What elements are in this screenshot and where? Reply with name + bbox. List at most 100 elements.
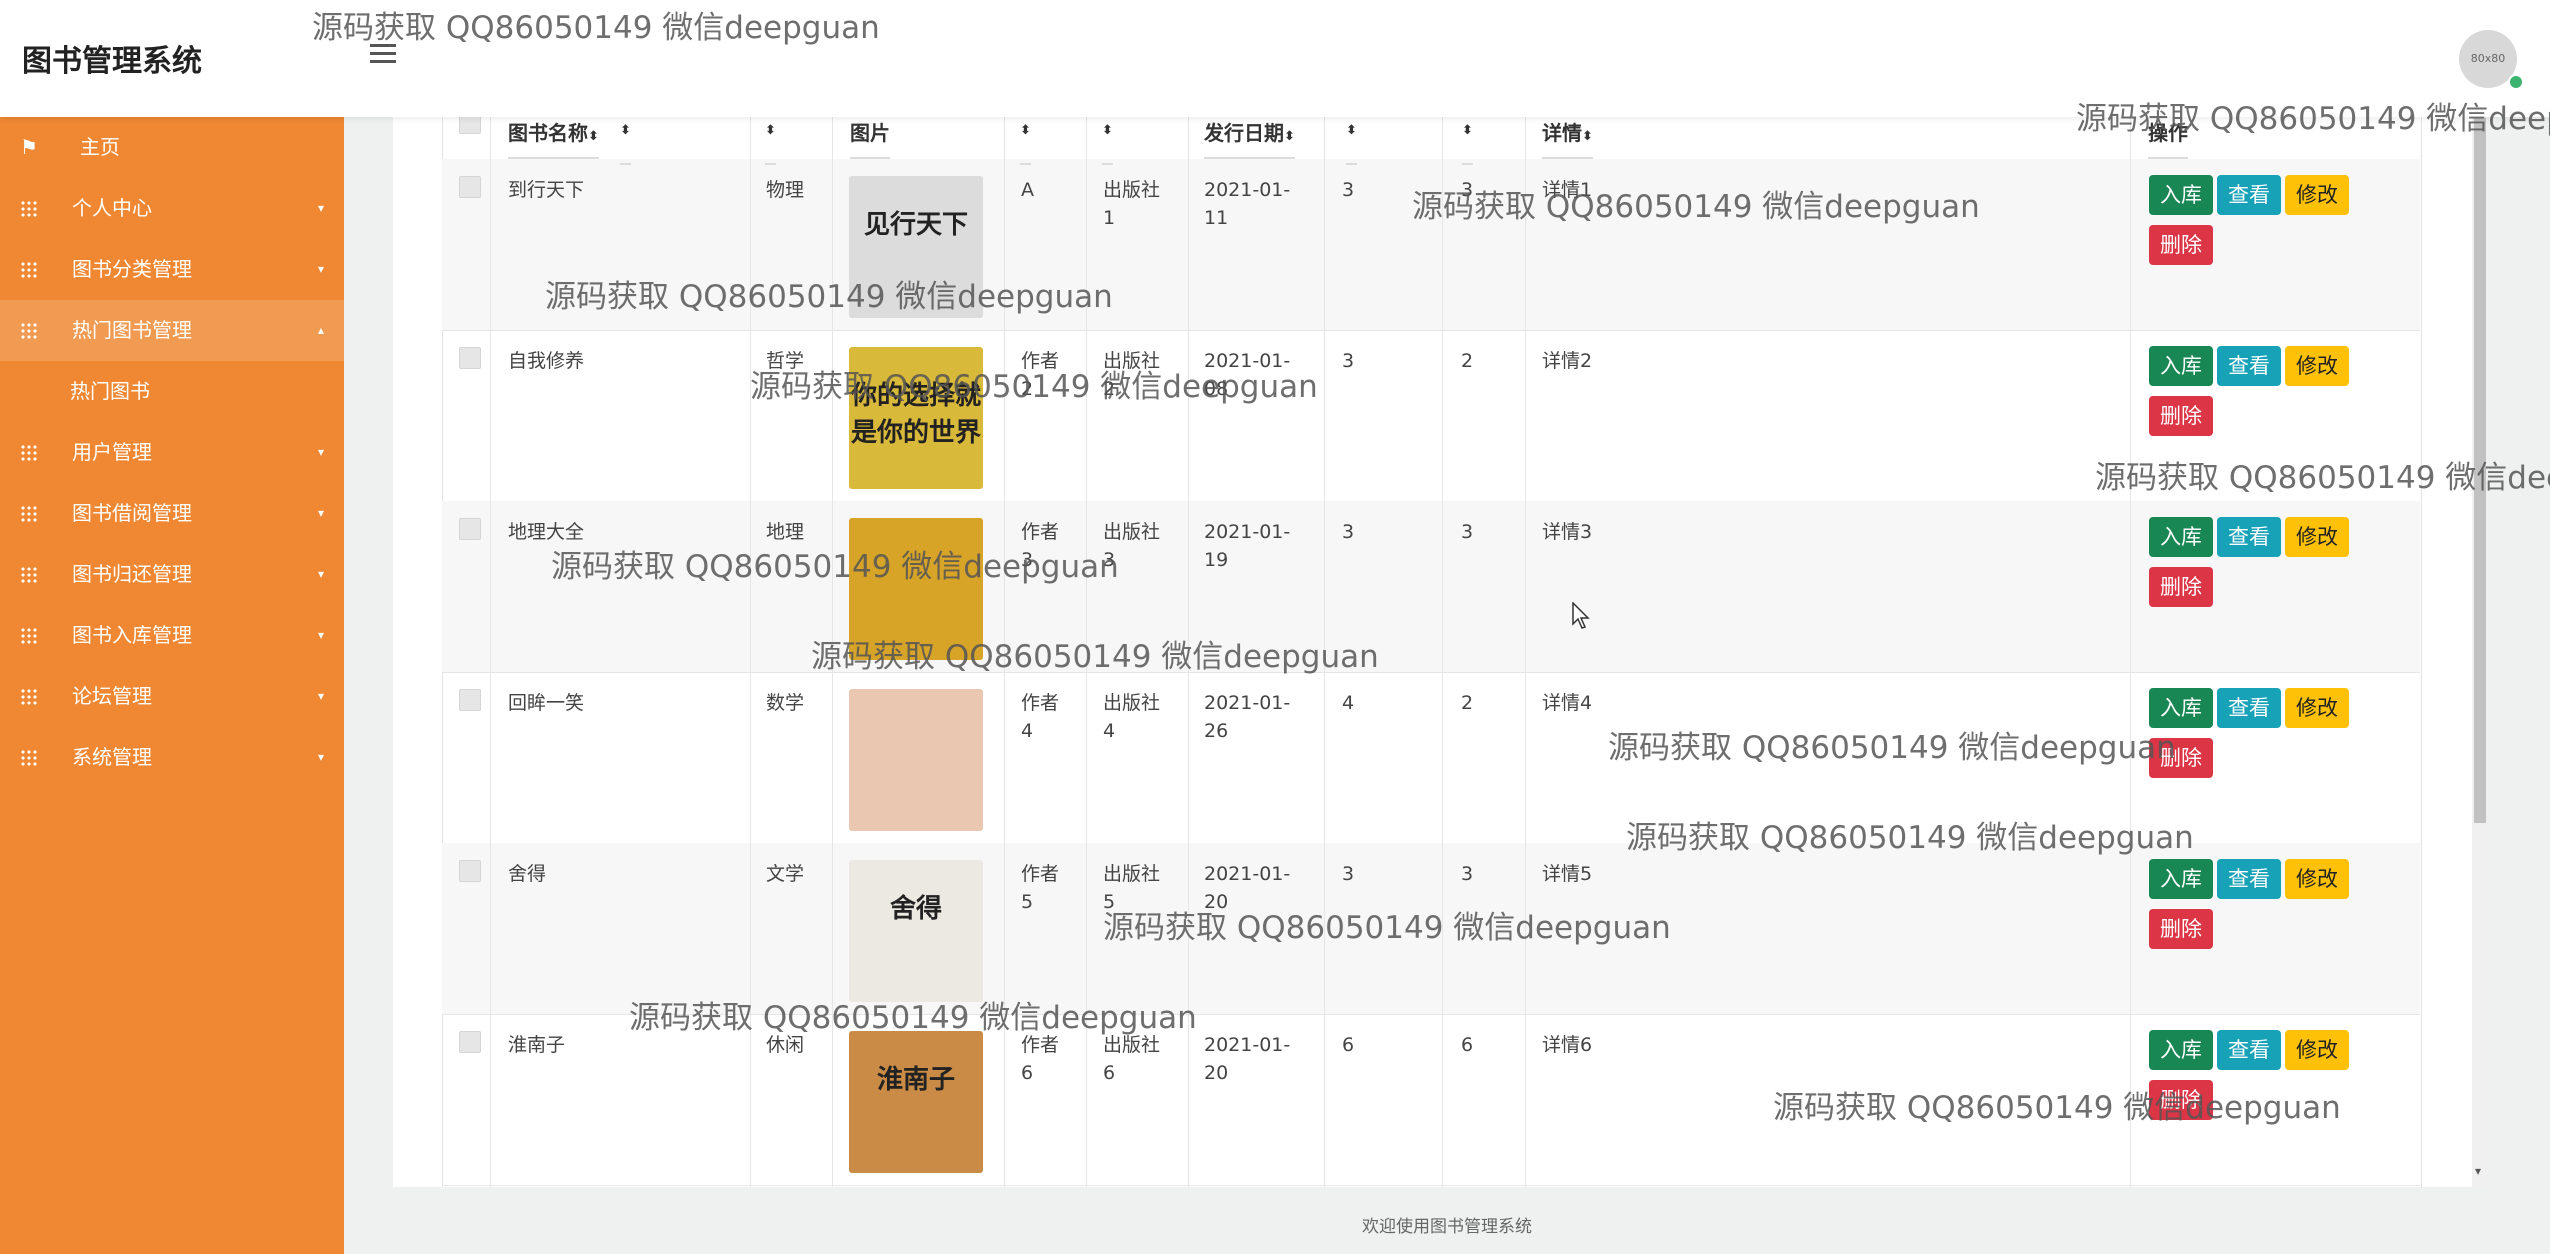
- table-row[interactable]: [442, 672, 2420, 844]
- sidebar-item-stock-in-management[interactable]: 图书入库管理 ▾: [0, 605, 344, 666]
- sort-icon[interactable]: ⬍: [588, 129, 599, 144]
- cell-count: 3: [1461, 179, 1474, 201]
- edit-button[interactable]: 修改: [2285, 346, 2349, 386]
- cell-book-name: 淮南子: [508, 1034, 566, 1056]
- column-divider: [750, 117, 751, 1187]
- sort-icon[interactable]: ⬍: [1020, 123, 1031, 165]
- sidebar-item-label: 图书分类管理: [72, 257, 192, 281]
- grid-icon: [20, 444, 37, 461]
- row-checkbox[interactable]: [459, 347, 481, 369]
- view-button[interactable]: 查看: [2217, 859, 2281, 899]
- caret-down-icon: ▾: [317, 201, 324, 215]
- sidebar-item-user-management[interactable]: 用户管理 ▾: [0, 422, 344, 483]
- edit-button[interactable]: 修改: [2285, 688, 2349, 728]
- sidebar-item-home[interactable]: ⚑ 主页: [0, 117, 344, 178]
- sort-icon[interactable]: ⬍: [1284, 129, 1295, 144]
- column-header-actions: 操作: [2148, 117, 2188, 159]
- cell-count: 2: [1461, 692, 1474, 714]
- sidebar-item-hot-books-management[interactable]: 热门图书管理 ▴: [0, 300, 344, 361]
- sidebar-item-label: 论坛管理: [72, 684, 152, 708]
- sort-icon[interactable]: ⬍: [765, 123, 776, 165]
- sidebar-item-category-management[interactable]: 图书分类管理 ▾: [0, 239, 344, 300]
- column-divider: [1188, 117, 1189, 1187]
- delete-button[interactable]: 删除: [2149, 738, 2213, 778]
- sort-icon[interactable]: ⬍: [1582, 129, 1593, 144]
- row-checkbox[interactable]: [459, 518, 481, 540]
- delete-button[interactable]: 删除: [2149, 396, 2213, 436]
- sort-icon[interactable]: ⬍: [1462, 123, 1473, 165]
- cell-publisher: 出版社 5: [1103, 863, 1161, 913]
- view-button[interactable]: 查看: [2217, 175, 2281, 215]
- column-divider: [1442, 117, 1443, 1187]
- sort-icon[interactable]: ⬍: [1102, 123, 1113, 165]
- sidebar-item-label: 热门图书管理: [72, 318, 192, 342]
- cell-release-date: 2021-01- 20: [1204, 863, 1291, 913]
- cell-author: 作者 2: [1021, 350, 1060, 400]
- cell-author: 作者 3: [1021, 521, 1060, 571]
- row-checkbox[interactable]: [459, 689, 481, 711]
- row-checkbox[interactable]: [459, 176, 481, 198]
- grid-icon: [20, 261, 37, 278]
- table-row[interactable]: [442, 501, 2420, 673]
- sidebar-item-borrow-management[interactable]: 图书借阅管理 ▾: [0, 483, 344, 544]
- sidebar-item-system-management[interactable]: 系统管理 ▾: [0, 727, 344, 788]
- column-header-detail[interactable]: 详情⬍: [1542, 117, 1593, 159]
- sidebar-item-label: 图书借阅管理: [72, 501, 192, 525]
- table-row[interactable]: [442, 843, 2420, 1015]
- cell-detail: 详情3: [1542, 521, 1593, 543]
- stock-in-button[interactable]: 入库: [2149, 859, 2213, 899]
- caret-down-icon: ▾: [317, 750, 324, 764]
- stock-in-button[interactable]: 入库: [2149, 688, 2213, 728]
- view-button[interactable]: 查看: [2217, 1030, 2281, 1070]
- column-divider: [1324, 117, 1325, 1187]
- cell-publisher: 出版社 3: [1103, 521, 1161, 571]
- cell-count: 3: [1342, 350, 1355, 372]
- caret-down-icon: ▾: [317, 506, 324, 520]
- view-button[interactable]: 查看: [2217, 346, 2281, 386]
- scroll-down-arrow-icon[interactable]: ▾: [2475, 1164, 2481, 1178]
- stock-in-button[interactable]: 入库: [2149, 1030, 2213, 1070]
- edit-button[interactable]: 修改: [2285, 1030, 2349, 1070]
- column-header-book-name[interactable]: 图书名称⬍: [508, 117, 599, 159]
- cover-title: 舍得: [889, 894, 942, 924]
- cell-category: 哲学: [766, 350, 805, 372]
- scrollbar-thumb[interactable]: [2474, 118, 2486, 823]
- sidebar-item-return-management[interactable]: 图书归还管理 ▾: [0, 544, 344, 605]
- delete-button[interactable]: 删除: [2149, 225, 2213, 265]
- column-header-image[interactable]: 图片: [850, 117, 890, 159]
- edit-button[interactable]: 修改: [2285, 517, 2349, 557]
- sidebar-subitem-hot-books[interactable]: 热门图书: [0, 361, 344, 422]
- delete-button[interactable]: 删除: [2149, 909, 2213, 949]
- stock-in-button[interactable]: 入库: [2149, 346, 2213, 386]
- column-divider: [2130, 117, 2131, 1187]
- cell-count: 3: [1461, 521, 1474, 543]
- column-divider: [490, 117, 491, 1187]
- delete-button[interactable]: 删除: [2149, 567, 2213, 607]
- edit-button[interactable]: 修改: [2285, 175, 2349, 215]
- stock-in-button[interactable]: 入库: [2149, 175, 2213, 215]
- sort-icon[interactable]: ⬍: [1346, 123, 1357, 165]
- view-button[interactable]: 查看: [2217, 688, 2281, 728]
- column-header-release-date[interactable]: 发行日期⬍: [1204, 117, 1295, 159]
- table-row[interactable]: [442, 159, 2420, 331]
- caret-down-icon: ▾: [317, 567, 324, 581]
- stock-in-button[interactable]: 入库: [2149, 517, 2213, 557]
- cell-category: 文学: [766, 863, 805, 885]
- edit-button[interactable]: 修改: [2285, 859, 2349, 899]
- table-row[interactable]: [442, 1014, 2420, 1186]
- grid-icon: [20, 505, 37, 522]
- sidebar-item-personal-center[interactable]: 个人中心 ▾: [0, 178, 344, 239]
- column-divider: [832, 117, 833, 1187]
- column-divider: [1004, 117, 1005, 1187]
- cell-publisher: 出版社 4: [1103, 692, 1161, 742]
- sidebar-item-forum-management[interactable]: 论坛管理 ▾: [0, 666, 344, 727]
- table-row[interactable]: [442, 330, 2420, 502]
- caret-down-icon: ▾: [317, 689, 324, 703]
- view-button[interactable]: 查看: [2217, 517, 2281, 557]
- row-checkbox[interactable]: [459, 1031, 481, 1053]
- row-checkbox[interactable]: [459, 860, 481, 882]
- delete-button[interactable]: 删除: [2149, 1080, 2213, 1120]
- menu-toggle-icon[interactable]: [370, 44, 396, 64]
- sort-icon[interactable]: ⬍: [620, 123, 631, 165]
- cell-book-name: 舍得: [508, 863, 547, 885]
